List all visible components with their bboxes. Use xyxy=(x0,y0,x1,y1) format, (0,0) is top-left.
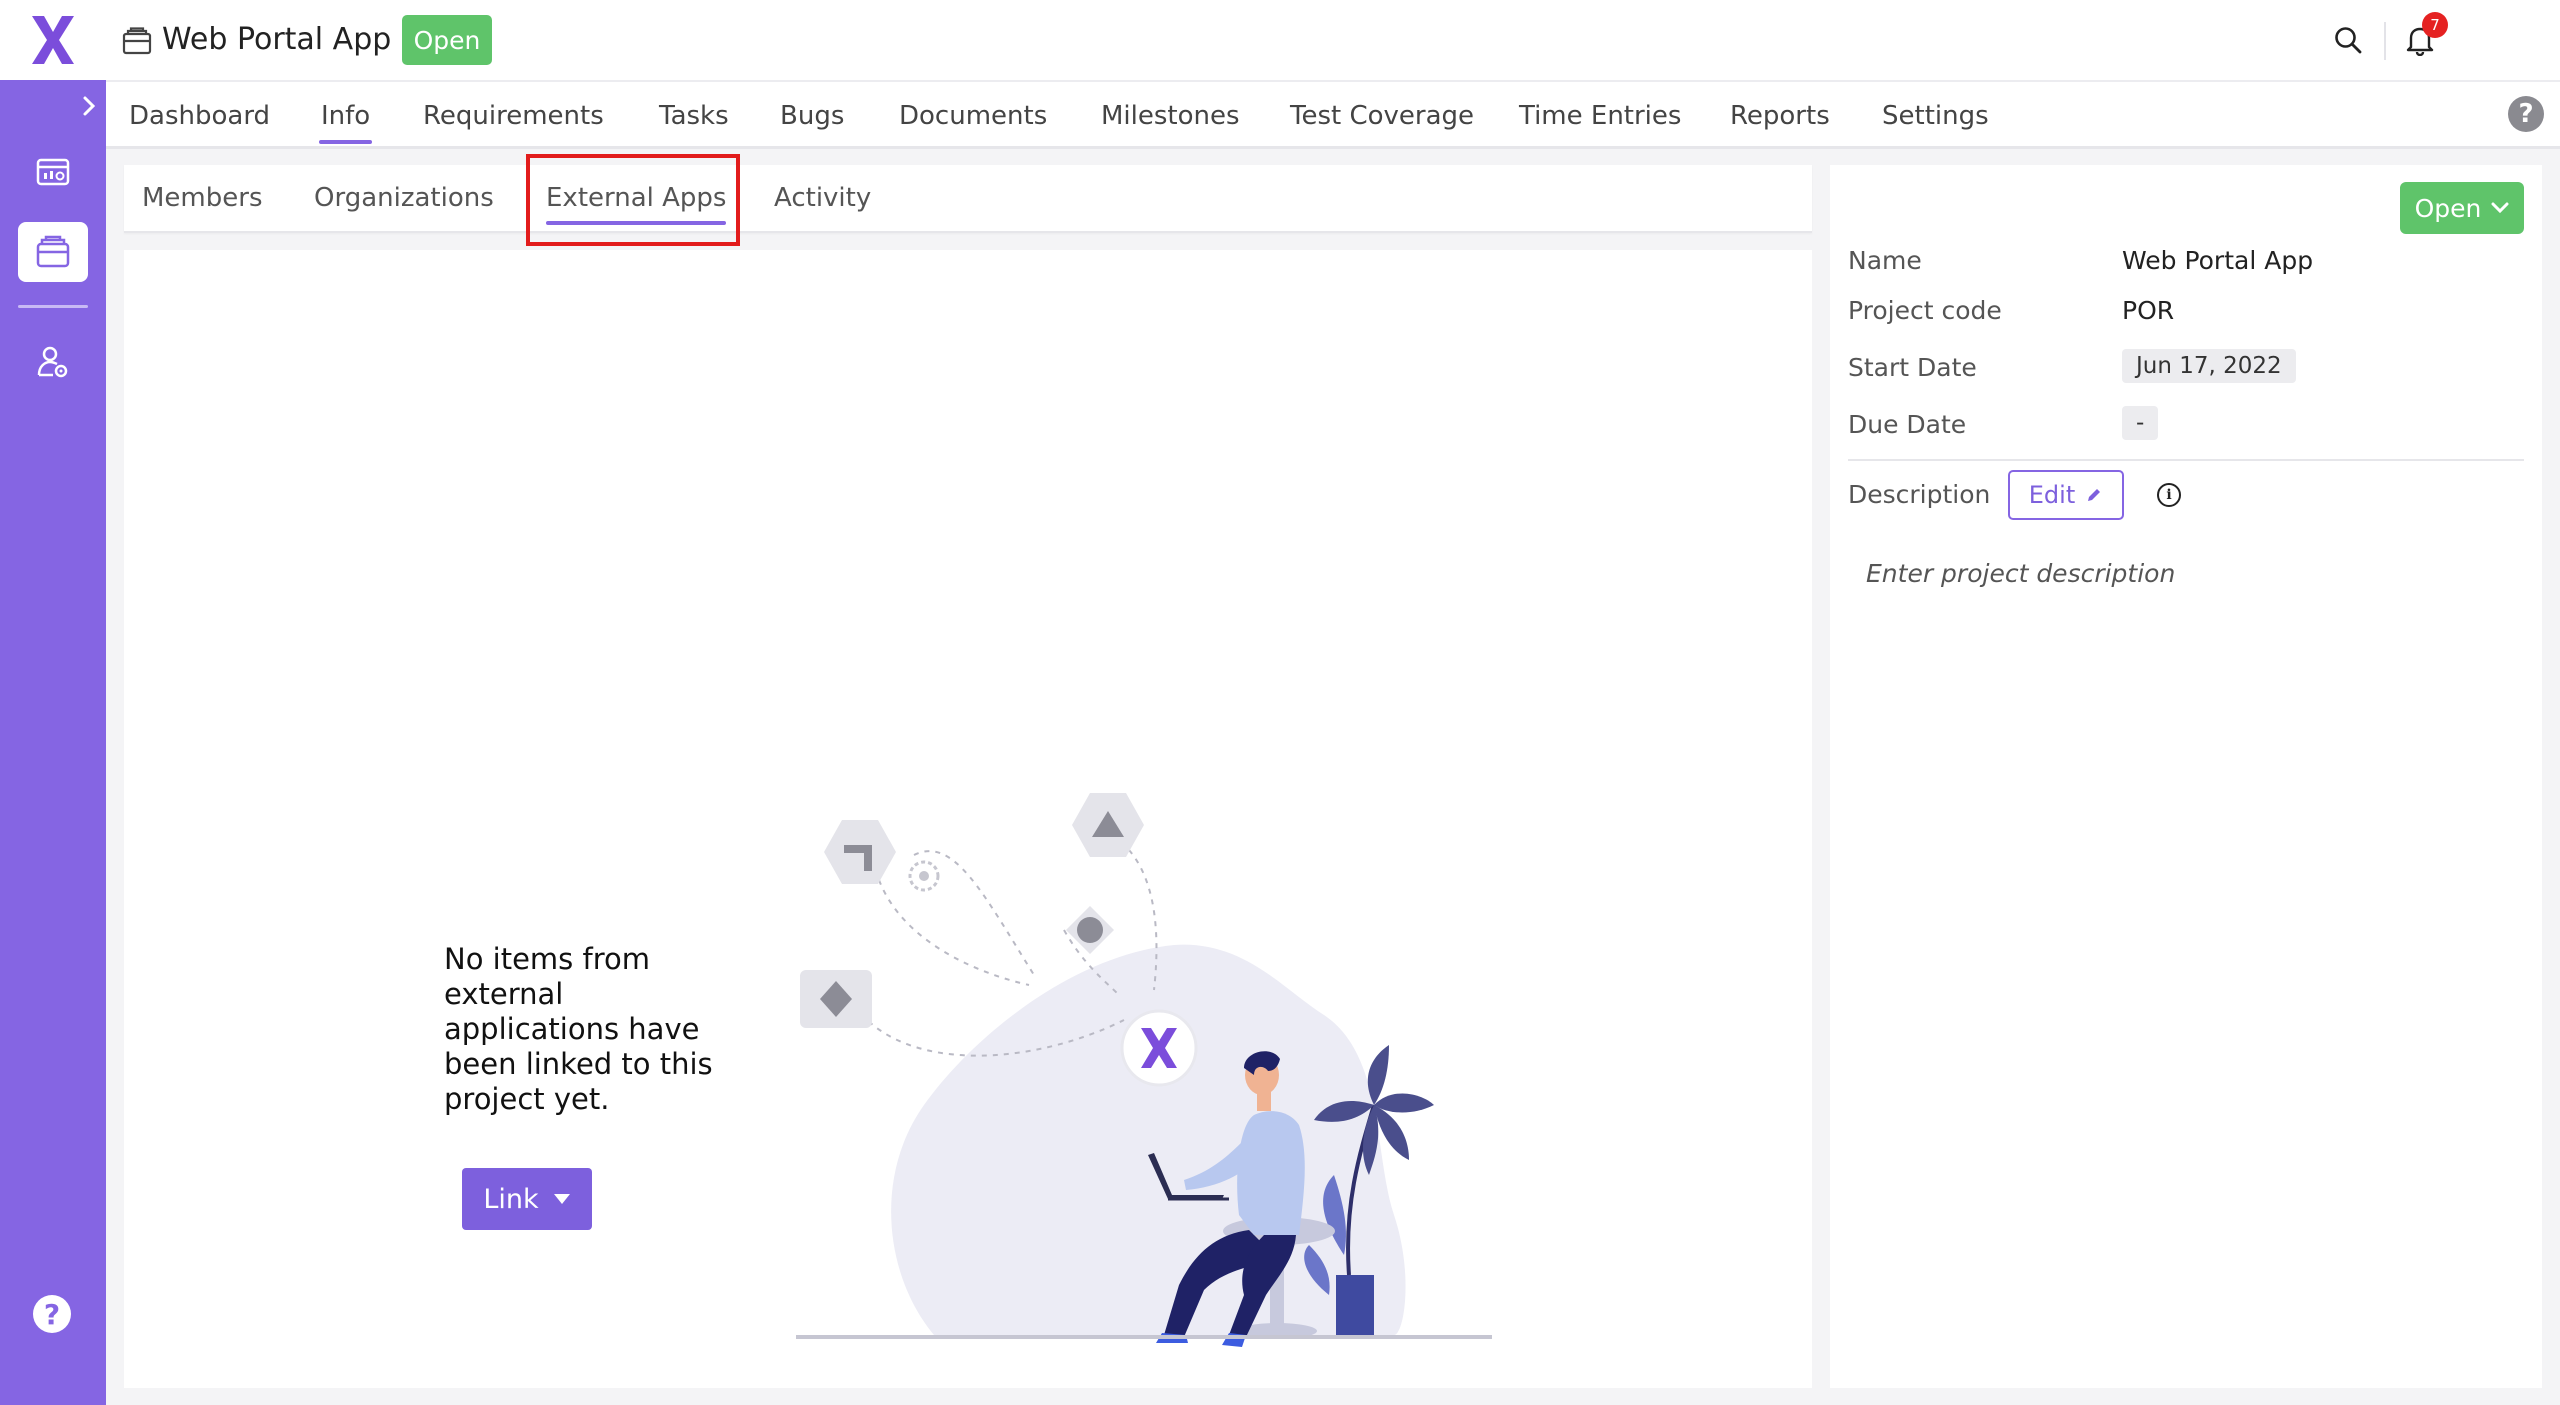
tab-test-coverage[interactable]: Test Coverage xyxy=(1290,100,1474,132)
sidebar-item-users[interactable] xyxy=(18,332,88,392)
person-with-laptop-illustration xyxy=(796,793,1492,1347)
notification-count-badge: 7 xyxy=(2422,12,2448,38)
tab-activity[interactable]: Activity xyxy=(774,181,871,215)
caret-down-icon xyxy=(553,1194,570,1204)
description-label: Description xyxy=(1848,480,1991,509)
due-date-value[interactable]: - xyxy=(2122,406,2159,440)
pencil-icon xyxy=(2088,489,2101,501)
status-badge[interactable]: Open xyxy=(402,15,492,65)
projects-folder-icon xyxy=(36,235,70,268)
tab-settings[interactable]: Settings xyxy=(1882,100,1989,132)
tab-members[interactable]: Members xyxy=(142,181,263,215)
status-dropdown-label: Open xyxy=(2414,193,2482,223)
logo[interactable] xyxy=(0,0,106,80)
details-divider xyxy=(1848,459,2524,461)
tab-info[interactable]: Info xyxy=(318,100,373,144)
edit-button-label: Edit xyxy=(2028,481,2076,509)
status-dropdown[interactable]: Open xyxy=(2400,182,2524,234)
due-date-label: Due Date xyxy=(1848,410,1967,439)
help-icon[interactable]: ? xyxy=(2508,96,2544,132)
tab-reports[interactable]: Reports xyxy=(1730,100,1830,132)
tab-organizations[interactable]: Organizations xyxy=(314,181,494,215)
top-header: Web Portal App Open 7 xyxy=(106,0,2560,82)
name-value: Web Portal App xyxy=(2122,246,2314,275)
dashboard-card-icon xyxy=(36,158,70,186)
external-apps-panel: No items from external applications have… xyxy=(124,250,1812,1388)
highlight-annotation xyxy=(526,154,740,246)
expand-sidebar-button[interactable] xyxy=(76,92,102,120)
tab-bugs[interactable]: Bugs xyxy=(780,100,844,132)
tab-milestones[interactable]: Milestones xyxy=(1101,100,1240,132)
link-button-label: Link xyxy=(483,1183,539,1215)
project-details-panel: Open Name Web Portal App Project code PO… xyxy=(1830,165,2542,1388)
x-logo-icon xyxy=(32,16,74,64)
edit-description-button[interactable]: Edit xyxy=(2008,470,2124,520)
tab-dashboard[interactable]: Dashboard xyxy=(129,100,270,132)
start-date-value[interactable]: Jun 17, 2022 xyxy=(2122,349,2296,383)
search-icon xyxy=(2335,27,2362,54)
user-settings-icon xyxy=(37,346,68,378)
project-code-label: Project code xyxy=(1848,296,2002,325)
tab-time-entries[interactable]: Time Entries xyxy=(1519,100,1681,132)
tab-documents[interactable]: Documents xyxy=(899,100,1047,132)
chevron-down-icon xyxy=(2491,202,2509,214)
project-title: Web Portal App xyxy=(162,22,392,57)
tab-tasks[interactable]: Tasks xyxy=(659,100,729,132)
search-button[interactable] xyxy=(2330,22,2366,58)
chevron-right-icon xyxy=(83,96,96,116)
empty-state-message: No items from external applications have… xyxy=(444,942,713,1116)
sidebar-divider xyxy=(18,305,88,308)
main-nav: Dashboard Info Requirements Tasks Bugs D… xyxy=(106,82,2560,149)
sidebar-item-dashboard[interactable] xyxy=(18,142,88,202)
info-sub-tabs: Members Organizations External Apps Acti… xyxy=(124,165,1812,233)
start-date-label: Start Date xyxy=(1848,353,1977,382)
project-folder-icon xyxy=(122,27,152,55)
link-button[interactable]: Link xyxy=(462,1168,592,1230)
tab-requirements[interactable]: Requirements xyxy=(423,100,604,132)
sidebar-item-projects[interactable] xyxy=(18,222,88,282)
help-icon[interactable]: ? xyxy=(33,1295,71,1333)
description-placeholder[interactable]: Enter project description xyxy=(1866,559,2175,588)
name-label: Name xyxy=(1848,246,1922,275)
project-code-value: POR xyxy=(2122,296,2175,325)
left-sidebar: ? xyxy=(0,0,106,1405)
header-divider xyxy=(2384,22,2386,60)
info-icon[interactable]: i xyxy=(2157,483,2181,507)
